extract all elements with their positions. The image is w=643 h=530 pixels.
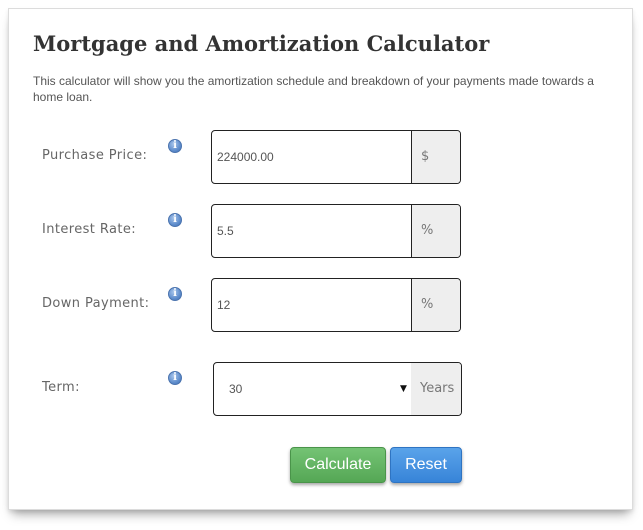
caret-down-icon[interactable]: ▼ (400, 363, 407, 415)
page-description: This calculator will show you the amorti… (33, 74, 594, 104)
purchase-price-row: Purchase Price: i 224000.00 $ (9, 130, 632, 184)
reset-button[interactable]: Reset (390, 447, 462, 483)
info-icon[interactable]: i (168, 287, 182, 301)
info-icon[interactable]: i (168, 371, 182, 385)
down-payment-row: Down Payment: i 12 % (9, 278, 632, 332)
down-payment-input[interactable]: 12 % (211, 278, 461, 332)
info-icon[interactable]: i (168, 213, 182, 227)
down-payment-label: Down Payment: (42, 296, 150, 311)
years-addon: Years (411, 363, 461, 415)
info-icon[interactable]: i (168, 139, 182, 153)
term-label: Term: (42, 380, 80, 395)
purchase-price-value[interactable]: 224000.00 (217, 131, 407, 183)
purchase-price-input[interactable]: 224000.00 $ (211, 130, 461, 184)
page-title: Mortgage and Amortization Calculator (33, 31, 490, 56)
interest-rate-label: Interest Rate: (42, 222, 137, 237)
term-select[interactable]: 30 ▼ Years (213, 362, 462, 416)
term-row: Term: i 30 ▼ Years (9, 362, 632, 416)
interest-rate-input[interactable]: 5.5 % (211, 204, 461, 258)
interest-rate-row: Interest Rate: i 5.5 % (9, 204, 632, 258)
down-payment-value[interactable]: 12 (217, 279, 407, 331)
calculate-button[interactable]: Calculate (290, 447, 386, 483)
term-value[interactable]: 30 (229, 363, 419, 415)
percent-addon: % (411, 279, 460, 331)
percent-addon: % (411, 205, 460, 257)
currency-addon: $ (411, 131, 460, 183)
purchase-price-label: Purchase Price: (42, 148, 148, 163)
calculator-card: Mortgage and Amortization Calculator Thi… (8, 8, 633, 510)
interest-rate-value[interactable]: 5.5 (217, 205, 407, 257)
